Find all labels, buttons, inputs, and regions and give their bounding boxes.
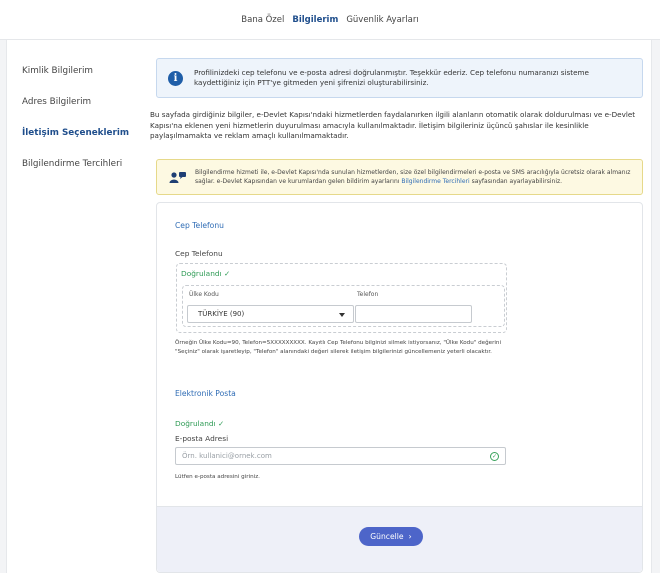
caret-down-icon xyxy=(339,313,345,317)
sidebar: Kimlik Bilgilerim Adres Bilgilerim İleti… xyxy=(7,60,142,184)
tab-guvenlik-ayarlari[interactable]: Güvenlik Ayarları xyxy=(346,15,418,25)
update-button[interactable]: Güncelle › xyxy=(359,527,423,546)
description-paragraph: Bu sayfada girdiğiniz bilgiler, e-Devlet… xyxy=(150,110,636,140)
contact-form-card: Cep Telefonu Cep Telefonu Doğrulandı ✓ Ü… xyxy=(156,202,643,573)
email-placeholder: Örn. kullanici@ornek.com xyxy=(182,452,272,460)
tab-bana-ozel[interactable]: Bana Özel xyxy=(241,15,284,25)
sidebar-item-iletisim[interactable]: İletişim Seçeneklerim xyxy=(7,122,142,144)
email-section-title: Elektronik Posta xyxy=(175,389,236,398)
notification-alert-text: Bilgilendirme hizmeti ile, e-Devlet Kapı… xyxy=(195,168,635,186)
notification-text-after: sayfasından ayarlayabilirsiniz. xyxy=(469,178,563,185)
country-code-value: TÜRKİYE (90) xyxy=(198,310,245,318)
info-alert: i Profilinizdeki cep telefonu ve e-posta… xyxy=(156,58,643,98)
sidebar-item-kimlik[interactable]: Kimlik Bilgilerim xyxy=(7,60,142,82)
sidebar-item-bilgilendirme[interactable]: Bilgilendirme Tercihleri xyxy=(7,153,142,175)
phone-section-title: Cep Telefonu xyxy=(175,221,224,230)
chevron-right-icon: › xyxy=(408,532,412,541)
country-code-label: Ülke Kodu xyxy=(189,291,219,298)
sidebar-item-adres[interactable]: Adres Bilgilerim xyxy=(7,91,142,113)
update-button-label: Güncelle xyxy=(370,532,404,541)
top-navigation-bar: Bana Özel Bilgilerim Güvenlik Ayarları xyxy=(0,0,660,40)
notification-alert: Bilgilendirme hizmeti ile, e-Devlet Kapı… xyxy=(156,159,643,195)
email-field-label: E-posta Adresi xyxy=(175,434,229,443)
content-panel: Kimlik Bilgilerim Adres Bilgilerim İleti… xyxy=(6,40,652,573)
phone-field-label: Cep Telefonu xyxy=(175,249,223,258)
form-footer: Güncelle › xyxy=(157,506,642,572)
phone-number-input[interactable] xyxy=(355,305,472,323)
phone-verified-status: Doğrulandı ✓ xyxy=(181,269,231,278)
user-notification-icon xyxy=(169,172,186,183)
info-icon: i xyxy=(168,70,183,86)
email-verified-status: Doğrulandı ✓ xyxy=(175,419,225,428)
info-alert-text: Profilinizdeki cep telefonu ve e-posta a… xyxy=(194,68,589,87)
country-code-select[interactable]: TÜRKİYE (90) xyxy=(187,305,354,323)
tab-bilgilerim[interactable]: Bilgilerim xyxy=(292,15,338,25)
main-content: i Profilinizdeki cep telefonu ve e-posta… xyxy=(142,40,650,573)
bilgilendirme-tercihleri-link[interactable]: Bilgilendirme Tercihleri xyxy=(401,178,469,185)
tab-bar: Bana Özel Bilgilerim Güvenlik Ayarları xyxy=(0,0,660,40)
check-circle-icon: ✓ xyxy=(490,452,499,461)
phone-number-label: Telefon xyxy=(357,291,379,298)
email-hint: Lütfen e-posta adresini giriniz. xyxy=(175,474,260,480)
phone-hint: Örneğin Ülke Kodu=90, Telefon=5XXXXXXXXX… xyxy=(175,340,502,355)
email-input[interactable]: Örn. kullanici@ornek.com ✓ xyxy=(175,447,506,465)
